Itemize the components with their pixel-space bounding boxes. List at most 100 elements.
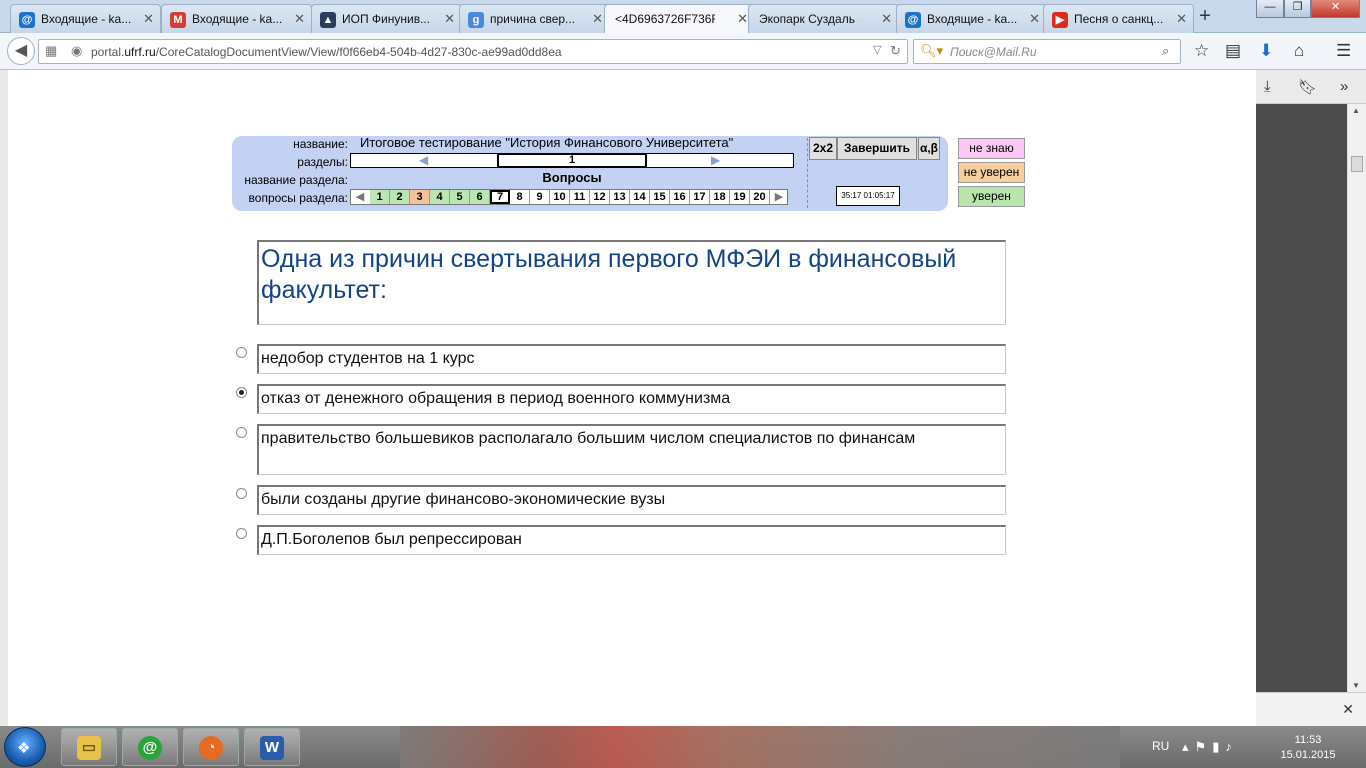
- scroll-down-icon[interactable]: ▼: [1352, 681, 1360, 690]
- answer-option-3[interactable]: правительство большевиков располагало бо…: [257, 424, 1006, 475]
- search-input[interactable]: Поиск@Mail.Ru: [950, 45, 1037, 59]
- browser-tab[interactable]: ▲ ИОП Финунив... ✕: [311, 4, 462, 33]
- finish-button[interactable]: Завершить: [837, 137, 917, 160]
- question-number-14[interactable]: 14: [630, 190, 650, 204]
- browser-tab[interactable]: M Входящие - ka... ✕: [161, 4, 312, 33]
- taskbar-word[interactable]: W: [244, 728, 300, 766]
- taskbar-explorer[interactable]: ▭: [61, 728, 117, 766]
- close-tab-icon[interactable]: ✕: [881, 11, 892, 27]
- question-number-15[interactable]: 15: [650, 190, 670, 204]
- close-tab-icon[interactable]: ✕: [1029, 11, 1040, 27]
- answer-option-4[interactable]: были созданы другие финансово-экономичес…: [257, 485, 1006, 515]
- question-number-9[interactable]: 9: [530, 190, 550, 204]
- network-icon[interactable]: ▮: [1212, 739, 1225, 754]
- question-number-18[interactable]: 18: [710, 190, 730, 204]
- flag-icon[interactable]: ⚑: [1195, 739, 1213, 754]
- close-tab-icon[interactable]: ✕: [737, 11, 748, 27]
- browser-tab[interactable]: ▶ Песня о санкц... ✕: [1043, 4, 1194, 33]
- question-number-4[interactable]: 4: [430, 190, 450, 204]
- close-tab-icon[interactable]: ✕: [592, 11, 603, 27]
- taskbar-mail-agent[interactable]: @: [122, 728, 178, 766]
- question-number-11[interactable]: 11: [570, 190, 590, 204]
- minimize-button[interactable]: —: [1256, 0, 1284, 18]
- question-number-5[interactable]: 5: [450, 190, 470, 204]
- taskbar-firefox[interactable]: ◔: [183, 728, 239, 766]
- save-page-icon[interactable]: ⤓: [1264, 78, 1271, 95]
- answer-radio-2[interactable]: [236, 387, 247, 398]
- url-bar[interactable]: ▦ ◉ portal.ufrf.ru/CoreCatalogDocumentVi…: [38, 39, 908, 64]
- question-number-2[interactable]: 2: [390, 190, 410, 204]
- window-controls: — ❐ ✕: [1256, 0, 1360, 18]
- answer-radio-1[interactable]: [236, 347, 247, 358]
- reading-list-icon[interactable]: ▤: [1225, 41, 1241, 61]
- browser-tab[interactable]: Экопарк Суздаль -... ✕: [748, 4, 899, 33]
- close-tab-icon[interactable]: ✕: [143, 11, 154, 27]
- maximize-button[interactable]: ❐: [1284, 0, 1311, 18]
- question-number-8[interactable]: 8: [510, 190, 530, 204]
- question-number-10[interactable]: 10: [550, 190, 570, 204]
- volume-icon[interactable]: ♪: [1225, 739, 1238, 754]
- question-number-19[interactable]: 19: [730, 190, 750, 204]
- bookmark-star-icon[interactable]: ☆: [1194, 41, 1209, 61]
- tab-title: <4D6963726F736F...: [615, 12, 715, 26]
- new-tab-button[interactable]: +: [1193, 5, 1217, 29]
- question-number-16[interactable]: 16: [670, 190, 690, 204]
- scroll-up-icon[interactable]: ▲: [1352, 106, 1360, 115]
- confidence-not-sure-button[interactable]: не уверен: [958, 162, 1025, 183]
- close-tab-icon[interactable]: ✕: [294, 11, 305, 27]
- confidence-dont-know-button[interactable]: не знаю: [958, 138, 1025, 159]
- close-window-button[interactable]: ✕: [1311, 0, 1360, 18]
- question-next-arrow-icon[interactable]: ▶: [771, 190, 787, 204]
- dropdown-icon[interactable]: ▽: [873, 43, 881, 56]
- question-number-3[interactable]: 3: [410, 190, 430, 204]
- mail-ru-icon: @: [905, 12, 921, 28]
- question-number-1[interactable]: 1: [370, 190, 390, 204]
- close-icon[interactable]: ✕: [1342, 701, 1354, 718]
- answer-radio-4[interactable]: [236, 488, 247, 499]
- alphabet-button[interactable]: α,β: [918, 137, 940, 160]
- confidence-sure-button[interactable]: уверен: [958, 186, 1025, 207]
- browser-tab[interactable]: @ Входящие - ka... ✕: [896, 4, 1047, 33]
- answer-option-5[interactable]: Д.П.Боголепов был репрессирован: [257, 525, 1006, 555]
- question-number-20[interactable]: 20: [750, 190, 770, 204]
- question-prev-arrow-icon[interactable]: ◀: [351, 190, 369, 204]
- question-number-12[interactable]: 12: [590, 190, 610, 204]
- section-prev-arrow-icon[interactable]: ◀: [419, 153, 428, 167]
- bookmark-icon[interactable]: 🔖︎: [1298, 78, 1317, 96]
- back-button[interactable]: ◀: [7, 37, 35, 65]
- answer-option-2[interactable]: отказ от денежного обращения в период во…: [257, 384, 1006, 414]
- question-number-17[interactable]: 17: [690, 190, 710, 204]
- reload-icon[interactable]: ↻: [890, 43, 901, 59]
- overflow-chevron-icon[interactable]: »: [1340, 78, 1348, 95]
- browser-tab[interactable]: @ Входящие - ka... ✕: [10, 4, 161, 33]
- scrollbar-thumb[interactable]: [1351, 156, 1363, 172]
- vertical-scrollbar[interactable]: ▲ ▼: [1347, 104, 1366, 692]
- search-bar[interactable]: 🔍︎▾ Поиск@Mail.Ru ⌕: [913, 39, 1181, 64]
- browser-tab[interactable]: <4D6963726F736F... ✕: [604, 4, 755, 34]
- question-number-7[interactable]: 7: [490, 190, 510, 204]
- home-icon[interactable]: ⌂: [1294, 41, 1304, 61]
- clock[interactable]: 11:53 15.01.2015: [1268, 733, 1348, 763]
- language-indicator[interactable]: RU: [1152, 739, 1169, 753]
- question-number-13[interactable]: 13: [610, 190, 630, 204]
- current-section[interactable]: 1: [497, 153, 647, 168]
- notification-bar: ✕: [1256, 692, 1366, 726]
- show-hidden-icon[interactable]: ▴: [1182, 739, 1195, 754]
- search-engine-icon[interactable]: 🔍︎▾: [920, 43, 943, 59]
- download-icon[interactable]: ⬇: [1259, 41, 1273, 61]
- answer-option-1[interactable]: недобор студентов на 1 курс: [257, 344, 1006, 374]
- answer-radio-5[interactable]: [236, 528, 247, 539]
- start-button[interactable]: ❖: [4, 727, 46, 767]
- grid-2x2-button[interactable]: 2x2: [809, 137, 837, 160]
- close-tab-icon[interactable]: ✕: [444, 11, 455, 27]
- section-next-arrow-icon[interactable]: ▶: [711, 153, 720, 167]
- answer-radio-3[interactable]: [236, 427, 247, 438]
- close-tab-icon[interactable]: ✕: [1176, 11, 1187, 27]
- firefox-icon: ◔: [199, 736, 223, 760]
- menu-icon[interactable]: ☰: [1336, 41, 1351, 61]
- tray-icons[interactable]: ▴⚑▮♪: [1182, 739, 1238, 755]
- question-number-6[interactable]: 6: [470, 190, 490, 204]
- search-icon[interactable]: ⌕: [1162, 43, 1169, 59]
- clock-time: 11:53: [1294, 734, 1322, 746]
- browser-tab[interactable]: g причина свер... ✕: [459, 4, 610, 33]
